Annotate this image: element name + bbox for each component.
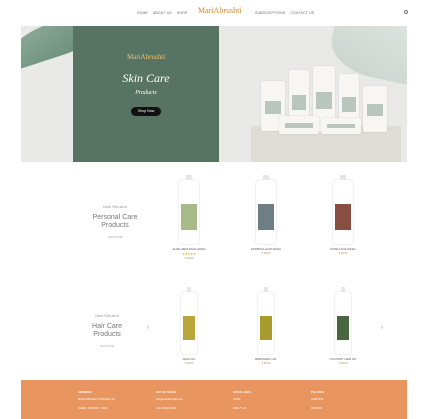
footer-text: MARI SHRUSHTI NATURE LLP — [78, 398, 115, 401]
product-card[interactable]: MORINGA HAIR WASH ₹ 00.00 — [240, 175, 292, 255]
product-card[interactable]: AMLA OIL ₹ 00.00 — [163, 287, 215, 365]
site-footer: ADDRESS MARI SHRUSHTI NATURE LLP SURAT, … — [21, 380, 407, 419]
footer-link[interactable]: ABOUT US — [233, 407, 246, 410]
product-price: ₹ 00.00 — [184, 362, 194, 365]
hero-logo: MariAbrushti — [126, 53, 166, 61]
personal-care-heading: Mari Shrushti Personal Care Products VIE… — [70, 203, 160, 242]
footer-heading: QUICK LINKS — [233, 390, 252, 394]
logo-text: MariAbrushti — [198, 6, 242, 15]
hero-banner: MariAbrushti Skin Care Products Shop Now — [21, 26, 407, 162]
product-tub — [321, 118, 361, 134]
footer-heading: GET IN TOUCH — [156, 390, 176, 394]
product-card[interactable]: COCONUT HAIR OIL ₹ 00.00 — [317, 287, 369, 365]
product-price: ₹ 00.00 — [261, 362, 271, 365]
slider-dots — [218, 156, 243, 162]
section-title: Personal Care — [92, 213, 138, 221]
view-more-link[interactable]: VIEW MORE — [70, 234, 160, 243]
section-brand: Mari Shrushti — [103, 204, 127, 209]
product-name: ROSE FACE WASH — [330, 247, 356, 251]
product-name: AMLA OIL — [182, 357, 196, 361]
product-name: ALOE VERA FACE WASH — [172, 247, 206, 251]
section-brand: Mari Shrushti — [95, 313, 119, 318]
nav-right: SUBSCRIPTIONS CONTACT US — [255, 11, 318, 15]
footer-heading: POLICIES — [311, 390, 325, 394]
product-jar — [363, 86, 387, 132]
product-price: ₹ 00.00 — [261, 252, 271, 255]
product-price: ₹ 00.00 — [338, 362, 348, 365]
product-image — [258, 287, 274, 354]
product-name: MORINGA HAIR WASH — [251, 247, 281, 251]
product-price: ₹ 00.00 — [184, 257, 194, 260]
product-image — [179, 175, 199, 244]
carousel-next-arrow[interactable]: › — [381, 325, 383, 331]
footer-link[interactable]: SHOP — [233, 398, 240, 401]
hero-text-panel: MariAbrushti Skin Care Products Shop Now — [73, 26, 219, 162]
footer-link[interactable]: SHIPPING — [311, 398, 323, 401]
footer-heading: ADDRESS — [78, 390, 92, 394]
footer-email-link[interactable]: info@marishrushti.com — [156, 398, 183, 401]
product-name: BHRINGRAJ OIL — [255, 357, 277, 361]
nav-subscriptions-link[interactable]: SUBSCRIPTIONS — [255, 11, 285, 15]
product-image — [333, 175, 353, 244]
product-price: ₹ 00.00 — [338, 252, 348, 255]
nav-contact-link[interactable]: CONTACT US — [290, 11, 314, 15]
hair-care-heading: Mari Shrushti Hair Care Products VIEW MO… — [62, 312, 152, 351]
product-tub — [279, 116, 319, 134]
section-title: Products — [101, 222, 129, 229]
nav-left: HOME ABOUT US SHOP — [137, 11, 191, 15]
section-title: Products — [93, 331, 121, 338]
site-header: HOME ABOUT US SHOP MariAbrushti SUBSCRIP… — [0, 0, 423, 26]
product-image — [256, 175, 276, 244]
search-icon[interactable] — [404, 10, 408, 14]
site-logo[interactable]: MariAbrushti — [198, 6, 242, 15]
product-image — [335, 287, 351, 354]
footer-phone-link[interactable]: +91 00000 00000 — [156, 407, 176, 410]
hero-title: Skin Care — [122, 71, 170, 85]
rating-stars: ★★★★★ — [182, 252, 196, 256]
footer-text: SURAT, GUJARAT, INDIA — [78, 407, 108, 410]
section-title: Hair Care — [92, 322, 122, 330]
product-image — [181, 287, 197, 354]
carousel-prev-arrow[interactable]: ‹ — [147, 325, 149, 331]
nav-shop-link[interactable]: SHOP — [177, 11, 187, 15]
product-name: COCONUT HAIR OIL — [329, 357, 357, 361]
nav-about-link[interactable]: ABOUT US — [153, 11, 172, 15]
hero-subtitle: Products — [135, 90, 157, 96]
product-card[interactable]: ROSE FACE WASH ₹ 00.00 — [317, 175, 369, 255]
nav-home-link[interactable]: HOME — [137, 11, 148, 15]
view-more-link[interactable]: VIEW MORE — [62, 343, 152, 352]
product-card[interactable]: ALOE VERA FACE WASH ★★★★★ ₹ 00.00 — [163, 175, 215, 260]
leaf-shadow-decoration — [325, 26, 407, 88]
product-card[interactable]: BHRINGRAJ OIL ₹ 00.00 — [240, 287, 292, 365]
shop-now-button[interactable]: Shop Now — [131, 107, 161, 116]
footer-link[interactable]: REFUND — [311, 407, 322, 410]
